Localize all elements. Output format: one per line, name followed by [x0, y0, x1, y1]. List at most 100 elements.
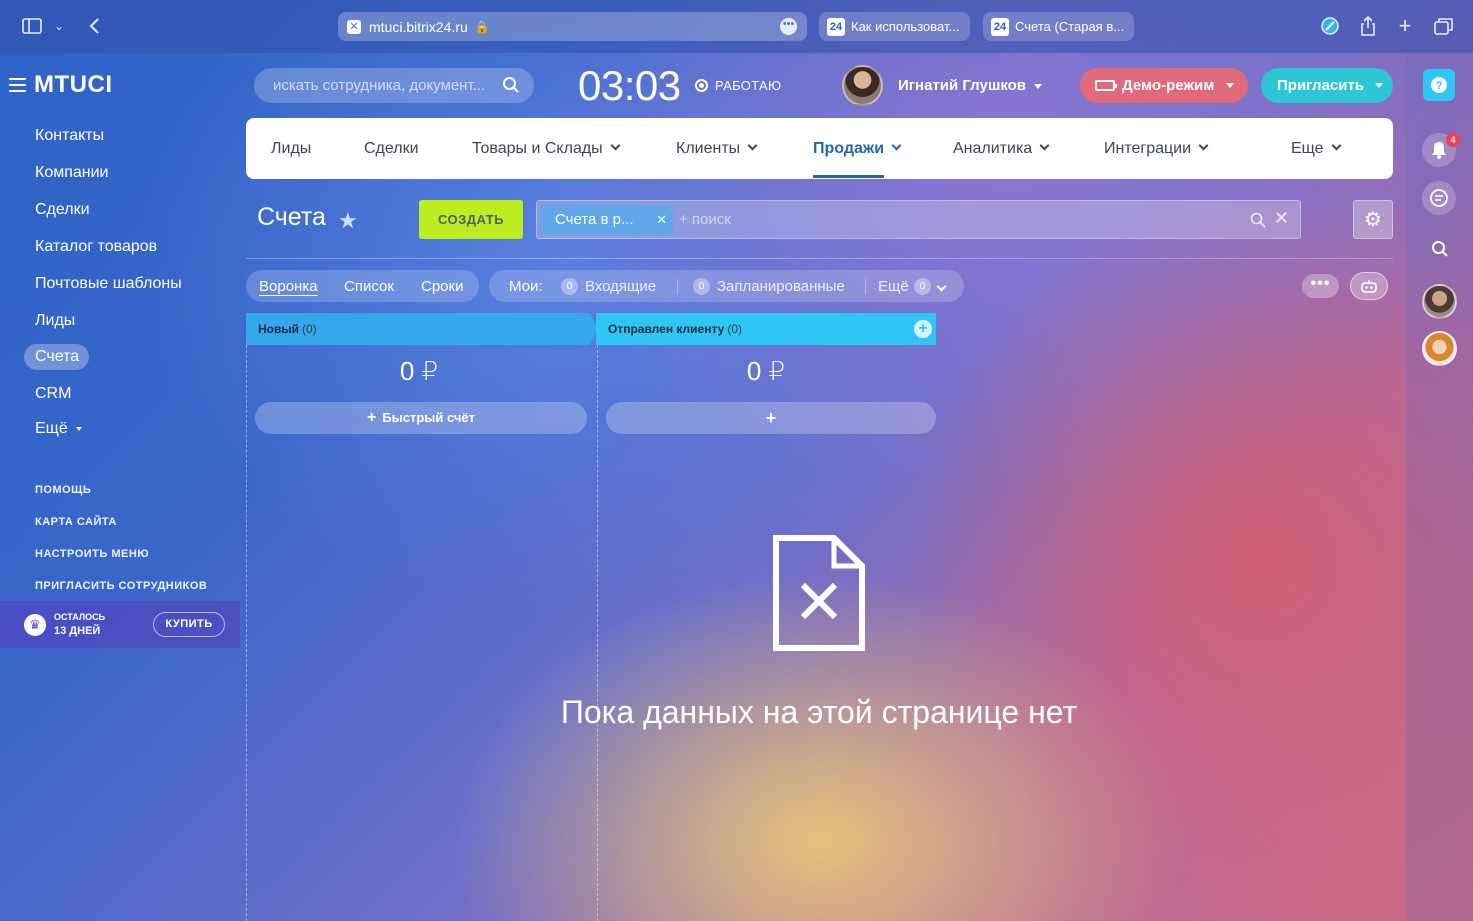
sidebar-item-mail-templates[interactable]: Почтовые шаблоны [35, 275, 182, 293]
caret-down-icon [76, 426, 83, 431]
column-name: Новый [258, 322, 299, 336]
address-bar[interactable]: ✕ mtuci.bitrix24.ru 🔒 ••• [338, 12, 807, 41]
tabs-overview-icon[interactable] [1432, 14, 1456, 38]
more-dots-icon[interactable]: ••• [780, 18, 797, 35]
tab-deals[interactable]: Сделки [364, 140, 419, 158]
work-status-toggle[interactable]: РАБОТАЮ [695, 78, 781, 93]
kanban-column-header-sent[interactable]: Отправлен клиенту (0) + [596, 313, 936, 345]
counter-incoming[interactable]: Входящие [585, 278, 656, 295]
tab-analytics[interactable]: Аналитика [953, 140, 1050, 158]
sidebar-link-help[interactable]: ПОМОЩЬ [35, 484, 91, 496]
search-icon[interactable] [1250, 212, 1266, 228]
demo-mode-button[interactable]: Демо-режим [1080, 68, 1248, 103]
sidebar-link-sitemap[interactable]: КАРТА САЙТА [35, 516, 117, 528]
view-kanban[interactable]: Воронка [259, 278, 318, 295]
sidebar-item-more-label: Ещё [35, 420, 68, 437]
plus-icon: + [366, 409, 377, 426]
star-icon[interactable]: ★ [338, 208, 358, 234]
tab-leads[interactable]: Лиды [271, 140, 311, 158]
tab-integrations[interactable]: Интеграции [1104, 140, 1209, 158]
new-tab-icon[interactable]: + [1393, 13, 1417, 38]
sidebar-item-invoices[interactable]: Счета [35, 348, 79, 366]
back-arrow-icon[interactable] [82, 14, 106, 38]
more-actions-button[interactable]: ••• [1302, 274, 1339, 298]
filter-search-input[interactable]: + поиск [679, 211, 731, 228]
chevron-down-icon [891, 140, 902, 151]
active-tab-underline [813, 175, 884, 178]
column-count: (0) [302, 322, 317, 336]
sidebar-item-crm[interactable]: CRM [35, 385, 71, 403]
search-icon[interactable] [1431, 240, 1449, 258]
tab-label: Продажи [813, 140, 885, 157]
record-icon [695, 79, 708, 92]
tab-label: Лиды [271, 140, 312, 157]
view-deadlines[interactable]: Сроки [421, 278, 463, 295]
avatar[interactable] [1422, 331, 1457, 366]
quick-invoice-button[interactable]: + Быстрый счёт [255, 402, 587, 434]
sidebar-link-configure-menu[interactable]: НАСТРОИТЬ МЕНЮ [35, 548, 149, 560]
portal-logo[interactable]: MTUCI [34, 71, 112, 99]
column-border [597, 345, 598, 921]
close-icon[interactable]: ✕ [656, 206, 667, 234]
sidebar-item-contacts[interactable]: Контакты [35, 127, 104, 145]
tab-products-warehouses[interactable]: Товары и Склады [472, 140, 621, 158]
sidebar-link-invite-employees[interactable]: ПРИГЛАСИТЬ СОТРУДНИКОВ [35, 580, 207, 592]
tab-favicon-icon: 24 [827, 17, 845, 36]
tab-sales[interactable]: Продажи [813, 140, 902, 158]
help-icon: ? [1431, 77, 1447, 93]
robots-button[interactable] [1350, 272, 1388, 300]
sidebar-item-deals[interactable]: Сделки [35, 201, 90, 219]
tab-more[interactable]: Еще [1291, 140, 1342, 158]
kanban-column-header-new[interactable]: Новый (0) [246, 313, 598, 345]
filter-search-box[interactable]: Счета в р... ✕ + поиск ✕ [536, 200, 1301, 239]
counter-more[interactable]: Ещё [878, 278, 909, 295]
browser-tab[interactable]: 24 Счета (Старая в... [983, 12, 1134, 41]
global-search[interactable] [254, 68, 534, 103]
view-list[interactable]: Список [344, 278, 394, 295]
column-name: Отправлен клиенту [608, 322, 725, 336]
work-status-label: РАБОТАЮ [715, 78, 782, 93]
bell-icon [1432, 142, 1446, 159]
sidebar-item-catalog[interactable]: Каталог товаров [35, 238, 157, 256]
invite-label: Пригласить [1277, 77, 1365, 94]
separator [865, 279, 866, 294]
help-button[interactable]: ? [1423, 69, 1455, 101]
empty-document-icon [773, 535, 865, 651]
lock-icon: 🔒 [474, 19, 490, 34]
tab-label: Еще [1291, 140, 1324, 157]
tab-favicon-icon: 24 [991, 17, 1009, 36]
avatar[interactable] [842, 65, 883, 106]
column-sum: 0 ₽ [399, 356, 439, 386]
search-input[interactable] [273, 77, 498, 94]
menu-toggle-icon[interactable] [9, 78, 26, 92]
chevron-down-icon[interactable] [936, 281, 947, 292]
chevron-down-icon [1198, 140, 1209, 151]
tab-label: Как использоват... [851, 19, 960, 34]
sidebar-item-companies[interactable]: Компании [35, 164, 109, 182]
clear-icon[interactable]: ✕ [1274, 208, 1289, 229]
sidebar-toggle-icon[interactable] [20, 14, 44, 38]
create-button[interactable]: СОЗДАТЬ [419, 200, 523, 239]
user-menu[interactable]: Игнатий Глушков [898, 77, 1043, 94]
tab-clients[interactable]: Клиенты [676, 140, 758, 158]
invite-button[interactable]: Пригласить [1261, 68, 1393, 103]
buy-button[interactable]: КУПИТЬ [153, 612, 225, 637]
add-item-button[interactable]: + [606, 402, 936, 434]
compass-icon[interactable] [1318, 14, 1342, 38]
avatar[interactable] [1422, 284, 1457, 319]
filter-preset-chip[interactable]: Счета в р... ✕ [542, 206, 673, 234]
chat-button[interactable] [1422, 181, 1456, 215]
search-icon[interactable] [502, 76, 520, 94]
robot-icon [1361, 280, 1377, 293]
caret-down-icon [1034, 83, 1043, 89]
browser-tab[interactable]: 24 Как использоват... [819, 12, 970, 41]
crown-icon: ♛ [24, 614, 46, 636]
sidebar-item-more[interactable]: Ещё [35, 420, 83, 438]
sidebar-item-leads[interactable]: Лиды [35, 312, 75, 330]
counter-planned[interactable]: Запланированные [717, 278, 845, 295]
chevron-down-icon[interactable]: ⌄ [47, 14, 71, 38]
settings-button[interactable]: ⚙ [1353, 200, 1393, 239]
add-column-icon[interactable]: + [914, 320, 932, 338]
clock: 03:03 [578, 62, 681, 109]
share-icon[interactable] [1356, 14, 1380, 38]
